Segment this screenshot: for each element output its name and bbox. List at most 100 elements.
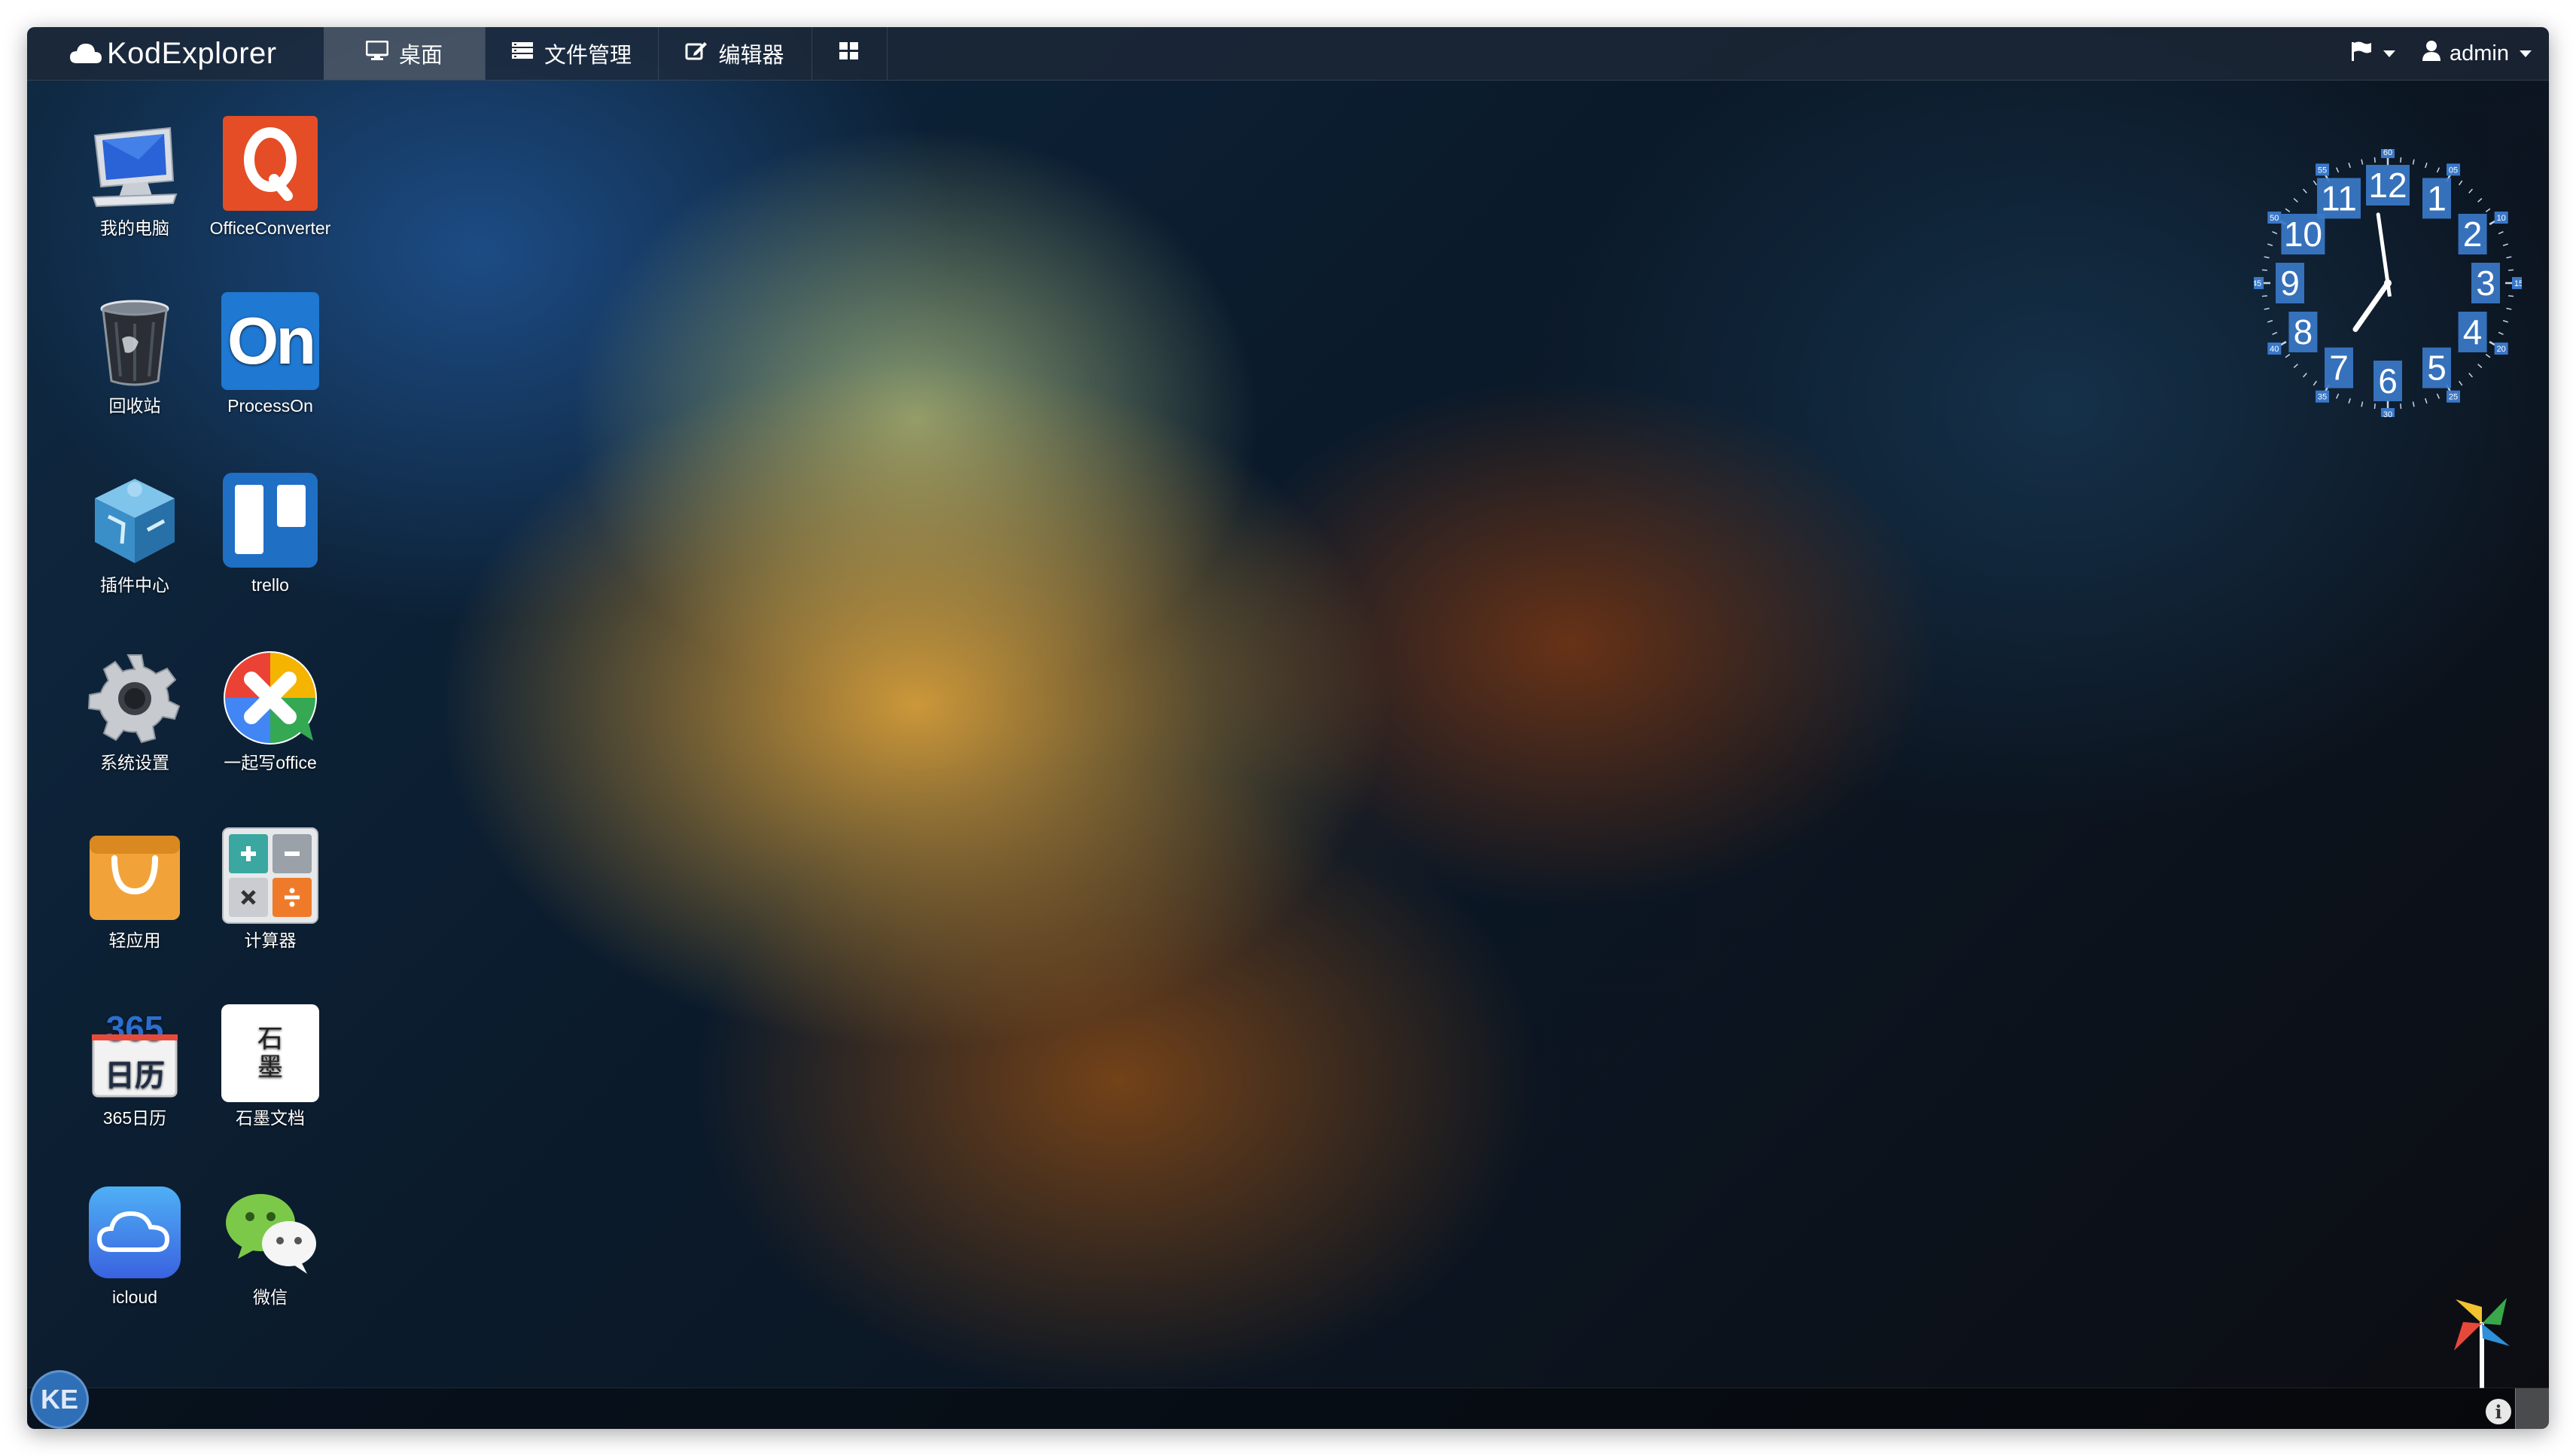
clock-minute-label: 05 [2447,163,2460,176]
clock-hour-label: 3 [2471,263,2500,303]
desktop-icon-recycle-bin[interactable]: 回收站 [71,292,199,419]
icloud-icon [86,1183,184,1281]
app-grid-button[interactable] [811,27,887,80]
clock-minute-label: 45 [2254,277,2264,289]
clock-hour-label: 9 [2276,263,2304,303]
icon-label: 插件中心 [100,575,169,595]
icon-label: 石墨文档 [236,1108,305,1128]
clock-hour-label: 11 [2317,178,2361,219]
icon-label: 计算器 [244,931,297,950]
clock-tick [2335,167,2340,173]
desktop-icon-light-app[interactable]: 轻应用 [71,827,199,953]
clock-tick [2313,380,2317,386]
trash-icon [86,292,184,390]
svg-text:9: 9 [2280,263,2300,303]
clock-tick [2285,354,2291,358]
clock-minute-label: 50 [2267,212,2282,224]
icon-label: ProcessOn [227,396,313,416]
calendar-icon: 365 日历 [86,1004,184,1102]
start-menu-button[interactable]: KE [30,1370,89,1429]
clock-minute-label: 30 [2381,408,2395,417]
brand-name: KodExplorer [107,36,277,70]
shimo-icon: 石 墨 [221,1004,319,1102]
desktop-icon-calculator[interactable]: 计算器 [206,827,334,953]
svg-text:12: 12 [2368,166,2407,205]
clock-tick [2313,180,2317,186]
clock-hour-label: 1 [2422,178,2451,219]
tab-desktop[interactable]: 桌面 [324,27,485,80]
show-desktop-button[interactable] [2515,1388,2549,1429]
clock-widget[interactable]: 600510152025303540455055 12 1234567891011 [2254,149,2522,417]
clock-tick [2293,198,2298,203]
tab-desktop-label: 桌面 [398,44,443,68]
svg-text:6: 6 [2378,361,2398,401]
icon-label: 微信 [253,1287,288,1307]
desktop-icon-processon[interactable]: On ProcessOn [206,292,334,419]
clock-tick [2303,373,2307,378]
username: admin [2450,41,2509,65]
clock-tick [2285,208,2291,212]
clock-minute-label: 15 [2512,277,2522,289]
icon-label: trello [251,575,289,595]
clock-tick [2303,188,2307,193]
clock-hand-tail [2386,282,2392,297]
clock-hour-hand [2352,280,2391,332]
clock-tick [2436,167,2441,173]
clock-tick [2335,393,2340,399]
desktop-icon-yiqixie-office[interactable]: 一起写office [206,649,334,775]
pinwheel-widget[interactable] [2448,1292,2516,1390]
tab-editor[interactable]: 编辑器 [658,27,811,80]
clock-tick [2348,162,2351,169]
desktop-icon-365-calendar[interactable]: 365 日历 365日历 [71,1004,199,1131]
edit-icon [685,41,708,66]
chevron-down-icon [2383,50,2395,57]
clock-minute-label: 40 [2267,343,2282,355]
tab-file-manager[interactable]: 文件管理 [485,27,658,80]
monitor-icon [365,40,389,66]
clock-hour-label: 5 [2422,347,2451,388]
desktop-icon-my-computer[interactable]: 我的电脑 [71,114,199,241]
svg-text:1: 1 [2427,178,2447,218]
clock-hour-label: 2 [2458,214,2487,254]
grid-icon [839,41,859,66]
start-menu-label: KE [40,1384,78,1415]
desktop-icon-icloud[interactable]: icloud [71,1183,199,1310]
brand-logo[interactable]: KodExplorer [69,27,277,80]
desktop-icon-officeconverter[interactable]: OfficeConverter [206,114,334,241]
clock-tick [2267,243,2273,246]
icon-label: 我的电脑 [100,218,169,238]
svg-text:10: 10 [2497,214,2506,223]
gear-icon [86,649,184,747]
processon-icon: On [221,292,319,390]
svg-text:45: 45 [2254,279,2261,288]
clock-hour-label: 4 [2458,312,2487,352]
clock-tick [2264,307,2270,310]
chevron-down-icon [2520,50,2532,57]
desktop-icon-trello[interactable]: trello [206,471,334,598]
desktop-icon-plugin-center[interactable]: 插件中心 [71,471,199,598]
clock-hour-label: 6 [2374,361,2402,401]
svg-text:40: 40 [2270,345,2279,354]
kodexplorer-window: KodExplorer 桌面 文件管理 编辑器 admin 我的电脑 回收站 插… [27,27,2549,1429]
user-menu[interactable]: admin [2422,27,2532,80]
clock-tick [2459,180,2463,186]
desktop-icon-settings[interactable]: 系统设置 [71,649,199,775]
clock-tick [2293,364,2298,368]
icon-label: 轻应用 [108,931,161,950]
clock-tick [2272,331,2278,336]
svg-text:60: 60 [2383,149,2392,157]
desktop-icon-wechat[interactable]: 微信 [206,1183,334,1310]
clock-tick [2361,401,2364,407]
wechat-icon [221,1183,319,1281]
svg-text:11: 11 [2321,178,2357,218]
clock-tick [2348,398,2351,404]
info-icon[interactable]: i [2486,1399,2511,1424]
clock-tick [2468,373,2473,378]
clock-minute-label: 55 [2316,163,2329,176]
clock-tick [2477,198,2483,203]
calendar-365-text: 365 [106,1009,164,1048]
clock-minute-label: 20 [2494,343,2508,355]
desktop-icon-shimo[interactable]: 石 墨 石墨文档 [206,1004,334,1131]
language-menu[interactable] [2350,27,2395,80]
clock-tick [2485,354,2491,358]
